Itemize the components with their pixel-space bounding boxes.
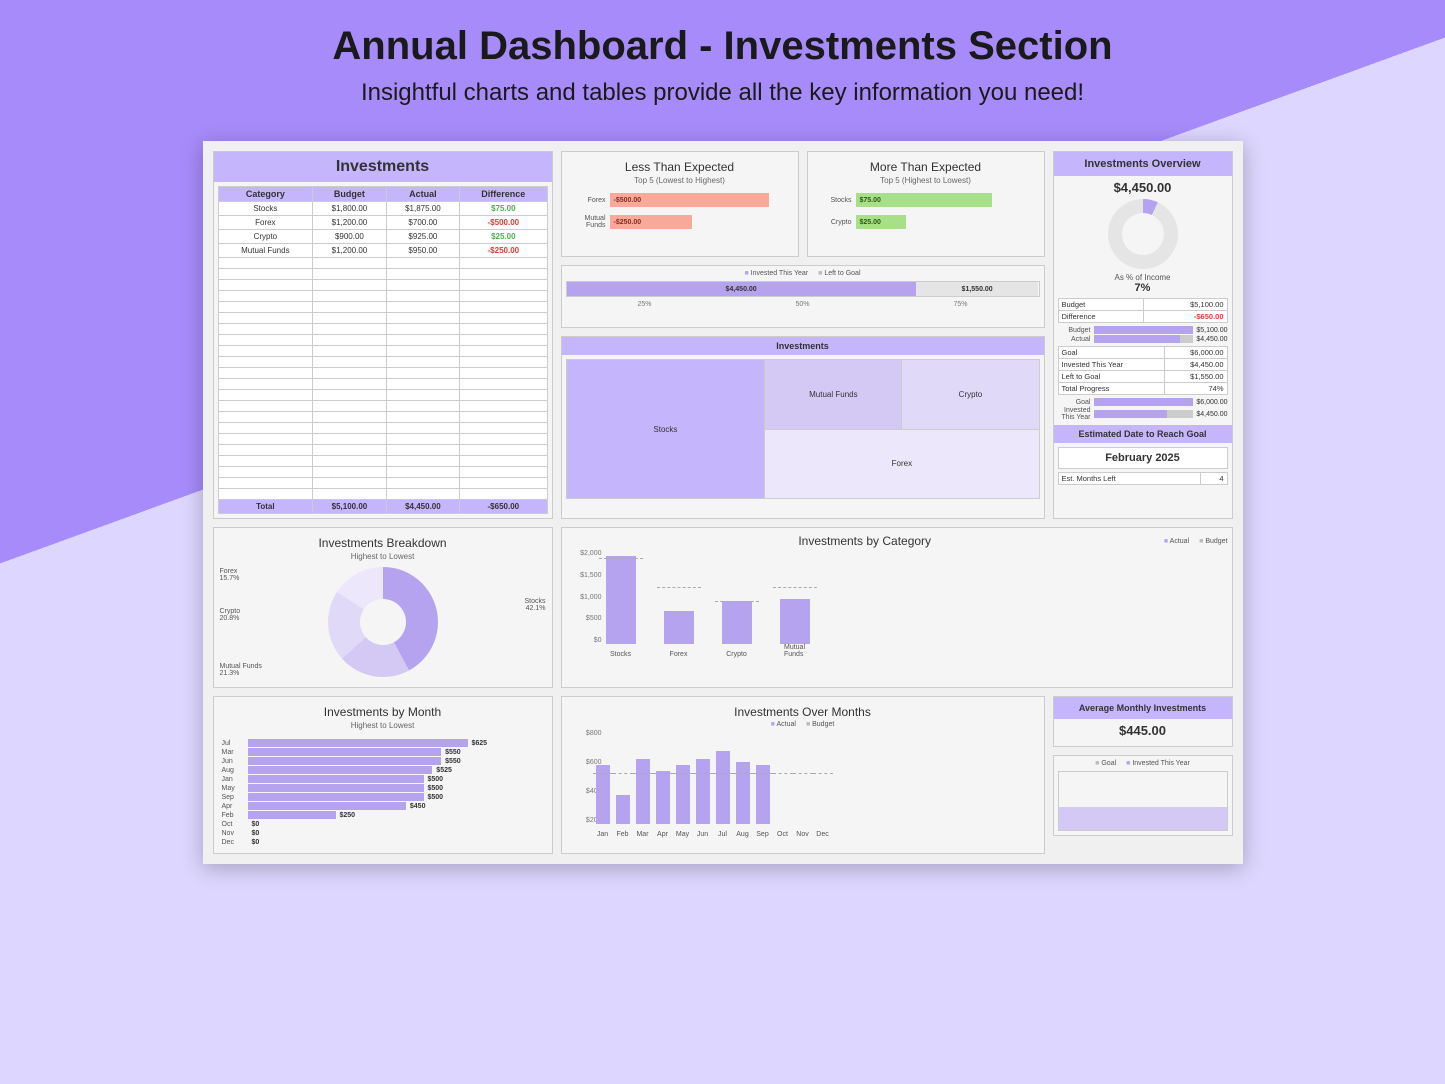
by-month-card: Investments by Month Highest to Lowest J…: [213, 696, 553, 854]
average-card: Average Monthly Investments $445.00: [1053, 696, 1233, 747]
overview-donut: [1108, 199, 1178, 269]
month-bar: Jul: [716, 751, 730, 824]
treemap-mutual: Mutual Funds: [765, 360, 901, 429]
month-bar: Mar: [636, 759, 650, 824]
month-hbar: Oct$0: [222, 820, 544, 828]
breakdown-card: Investments Breakdown Highest to Lowest …: [213, 527, 553, 688]
estimate-header: Estimated Date to Reach Goal: [1054, 425, 1232, 443]
overview-title: Investments Overview: [1054, 152, 1232, 176]
bycat-chart: $2,000$1,500$1,000$500$0 StocksForexCryp…: [566, 550, 1228, 660]
progress-invested: $4,450.00: [567, 282, 916, 296]
progress-card: Invested This Year Left to Goal $4,450.0…: [561, 265, 1045, 328]
overmonths-title: Investments Over Months: [566, 701, 1040, 721]
bycat-title: Investments by Category: [796, 532, 933, 550]
category-bar: Stocks: [606, 556, 636, 644]
table-row: Crypto$900.00$925.00$25.00: [218, 230, 547, 244]
bymonth-chart: Jul$625Mar$550Jun$550Aug$525Jan$500May$5…: [218, 736, 548, 849]
progress-bar: $4,450.00 $1,550.00: [566, 281, 1040, 297]
less-than-expected-card: Less Than Expected Top 5 (Lowest to High…: [561, 151, 799, 257]
month-bar: May: [676, 765, 690, 824]
month-hbar: Jan$500: [222, 775, 544, 783]
progress-left: $1,550.00: [916, 282, 1039, 296]
estimate-date: February 2025: [1058, 447, 1228, 469]
pie-stocks: Stocks42.1%: [524, 598, 545, 612]
overview-pct-label: As % of Income: [1058, 273, 1228, 282]
month-bar: Jun: [696, 759, 710, 824]
over-months-card: Investments Over Months ActualBudget $80…: [561, 696, 1045, 854]
pie-mutual: Mutual Funds21.3%: [220, 663, 262, 677]
est-months-label: Est. Months Left: [1058, 473, 1201, 485]
treemap-card: Investments Stocks Mutual Funds Crypto F…: [561, 336, 1045, 519]
month-hbar: Jul$625: [222, 739, 544, 747]
less-sub: Top 5 (Lowest to Highest): [566, 176, 794, 185]
goal-area-chart: [1058, 771, 1228, 831]
average-title: Average Monthly Investments: [1054, 697, 1232, 719]
by-category-card: Investments by Category ActualBudget $2,…: [561, 527, 1233, 688]
category-bar: Crypto: [722, 601, 752, 644]
investments-table-card: Investments CategoryBudgetActualDifferen…: [213, 151, 553, 519]
investments-table-title: Investments: [214, 152, 552, 182]
month-bar: Feb: [616, 795, 630, 824]
goal-area-card: GoalInvested This Year: [1053, 755, 1233, 836]
month-hbar: Sep$500: [222, 793, 544, 801]
breakdown-title: Investments Breakdown: [218, 532, 548, 552]
breakdown-donut: [328, 567, 438, 677]
pie-crypto: Crypto20.8%: [220, 608, 241, 622]
table-row: Forex$1,200.00$700.00-$500.00: [218, 216, 547, 230]
minibar-row: Mutual Funds-$250.00: [566, 215, 794, 229]
overmonths-chart: $800$600$400$200 JanFebMarAprMayJunJulAu…: [566, 730, 1040, 840]
pie-forex: Forex15.7%: [220, 568, 240, 582]
overview-pct: 7%: [1058, 282, 1228, 294]
month-hbar: Aug$525: [222, 766, 544, 774]
overview-total: $4,450.00: [1058, 180, 1228, 195]
more-title: More Than Expected: [812, 156, 1040, 176]
month-bar: Aug: [736, 762, 750, 824]
average-value: $445.00: [1058, 723, 1228, 738]
more-sub: Top 5 (Highest to Lowest): [812, 176, 1040, 185]
est-months-val: 4: [1201, 473, 1227, 485]
bymonth-sub: Highest to Lowest: [218, 721, 548, 730]
investments-table: CategoryBudgetActualDifference Stocks$1,…: [218, 186, 548, 514]
month-hbar: Mar$550: [222, 748, 544, 756]
more-than-expected-card: More Than Expected Top 5 (Highest to Low…: [807, 151, 1045, 257]
month-bar: Sep: [756, 765, 770, 824]
progress-ticks: 25% 50% 75%: [566, 301, 1040, 308]
minibar-row: Forex-$500.00: [566, 193, 794, 207]
category-bar: Forex: [664, 611, 694, 644]
progress-legend: Invested This Year Left to Goal: [566, 270, 1040, 277]
treemap-title: Investments: [562, 337, 1044, 355]
less-title: Less Than Expected: [566, 156, 794, 176]
estimate-months: Est. Months Left 4: [1058, 472, 1228, 485]
category-bar: Mutual Funds: [780, 599, 810, 644]
investments-overview-card: Investments Overview $4,450.00 As % of I…: [1053, 151, 1233, 519]
treemap-forex: Forex: [765, 430, 1038, 499]
dashboard: Investments CategoryBudgetActualDifferen…: [203, 141, 1243, 864]
treemap-crypto: Crypto: [902, 360, 1038, 429]
page-title: Annual Dashboard - Investments Section: [0, 0, 1445, 69]
page-subtitle: Insightful charts and tables provide all…: [0, 79, 1445, 107]
month-hbar: Dec$0: [222, 838, 544, 846]
month-hbar: Apr$450: [222, 802, 544, 810]
overview-table-2: Goal$6,000.00Invested This Year$4,450.00…: [1058, 346, 1228, 395]
minibar-row: Stocks$75.00: [812, 193, 1040, 207]
minibar-row: Crypto$25.00: [812, 215, 1040, 229]
overview-table-1: Budget$5,100.00Difference-$650.00: [1058, 298, 1228, 323]
table-row: Stocks$1,800.00$1,875.00$75.00: [218, 202, 547, 216]
treemap-stocks: Stocks: [567, 360, 765, 498]
breakdown-sub: Highest to Lowest: [218, 552, 548, 561]
month-hbar: May$500: [222, 784, 544, 792]
table-row: Mutual Funds$1,200.00$950.00-$250.00: [218, 244, 547, 258]
month-hbar: Feb$250: [222, 811, 544, 819]
bymonth-title: Investments by Month: [218, 701, 548, 721]
month-hbar: Nov$0: [222, 829, 544, 837]
treemap: Stocks Mutual Funds Crypto Forex: [566, 359, 1040, 499]
month-bar: Apr: [656, 771, 670, 824]
month-hbar: Jun$550: [222, 757, 544, 765]
month-bar: Jan: [596, 765, 610, 824]
